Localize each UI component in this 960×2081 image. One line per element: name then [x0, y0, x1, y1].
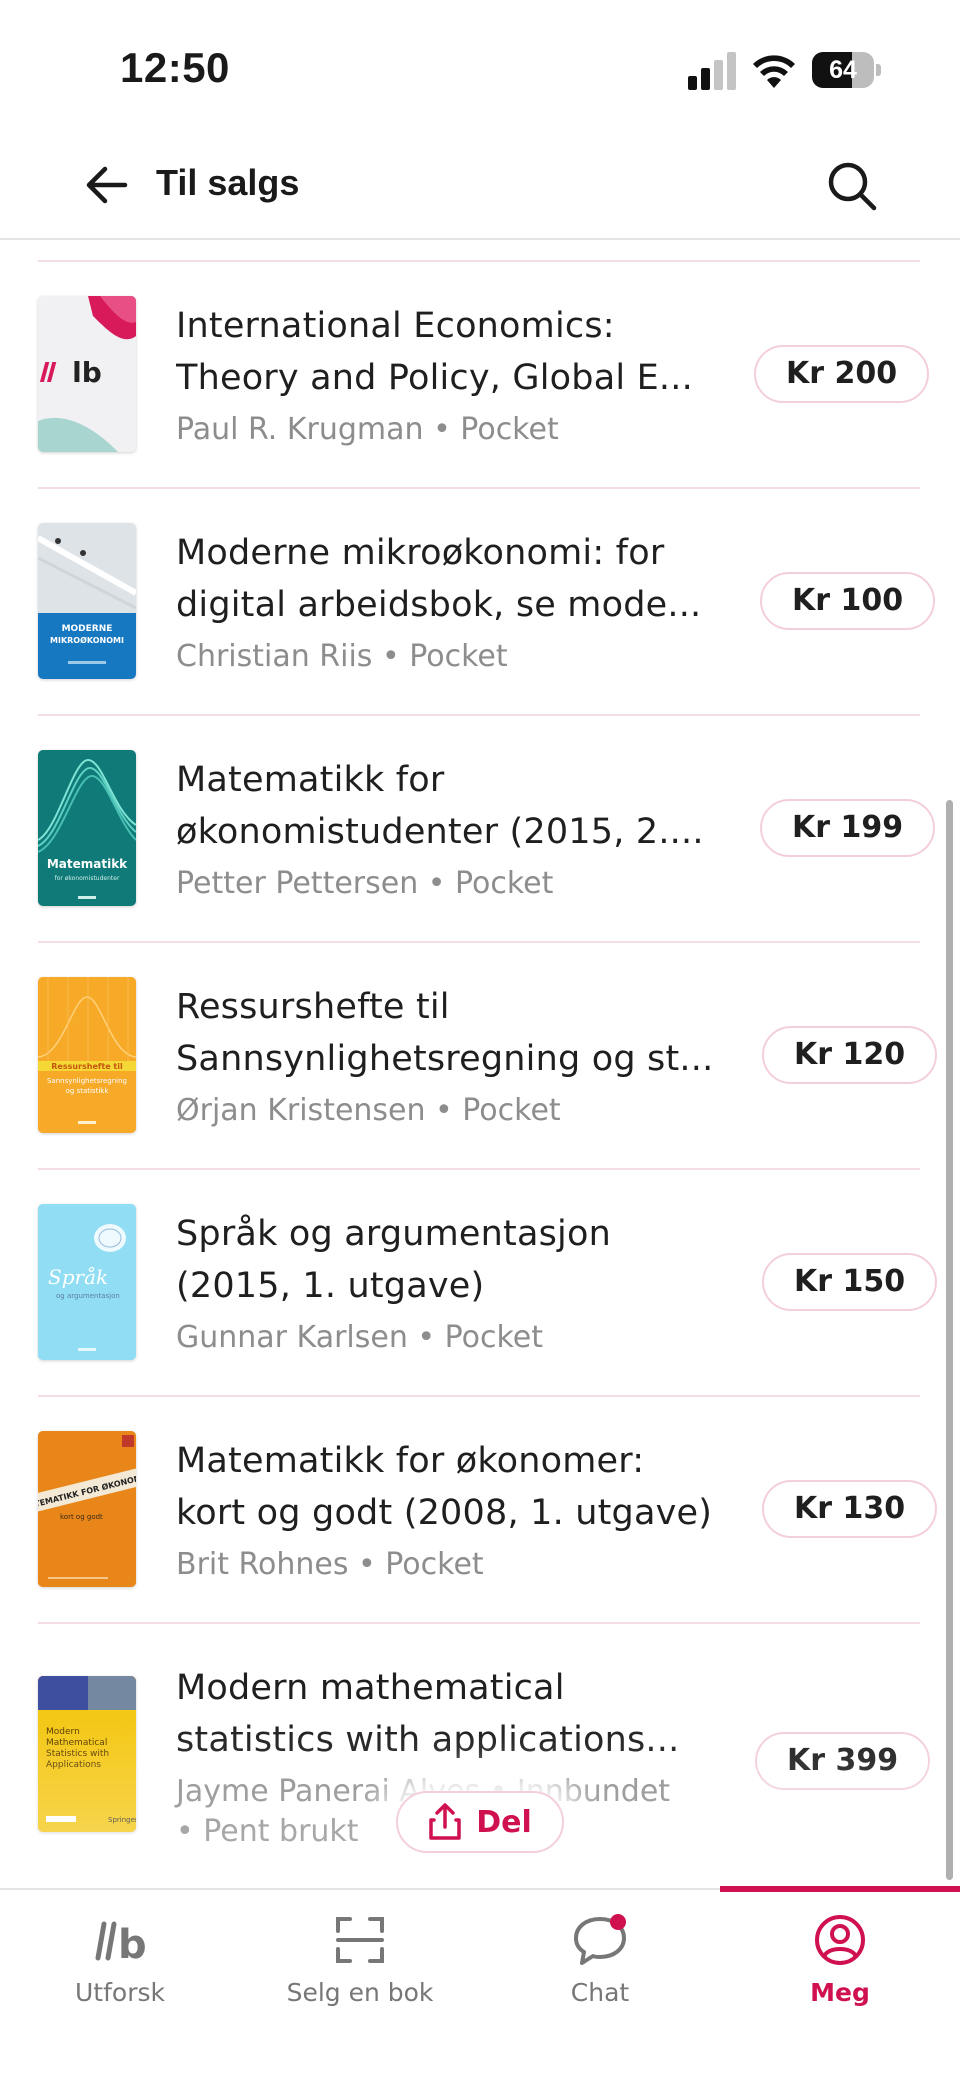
- list-item[interactable]: MATEMATIKK FOR ØKONOMER kort og godt Mat…: [0, 1397, 960, 1624]
- notification-badge: [610, 1914, 626, 1930]
- tab-label: Meg: [810, 1978, 870, 2007]
- scan-icon: [334, 1910, 386, 1970]
- price-badge: Kr 130: [762, 1480, 938, 1538]
- scrollbar[interactable]: [946, 800, 953, 1880]
- listing-title: Matematikk for økonomistudenter (2015, 2…: [176, 754, 716, 858]
- listing-title-line: Ressurshefte til: [176, 987, 450, 1027]
- list-item[interactable]: lb International Economics: Theory and P…: [0, 262, 960, 489]
- list-item[interactable]: Matematikk for økonomistudenter Matemati…: [0, 716, 960, 943]
- svg-text:og argumentasjon: og argumentasjon: [56, 1292, 120, 1300]
- listing-title-line: Theory and Policy, Global E...: [176, 358, 693, 398]
- page-title: Til salgs: [156, 162, 300, 203]
- tab-utforsk[interactable]: b Utforsk: [0, 1890, 240, 2020]
- listing-title: Modern mathematical statistics with appl…: [176, 1662, 716, 1766]
- app-header: Til salgs: [0, 130, 960, 240]
- listing-title-line: statistics with applications...: [176, 1720, 680, 1760]
- svg-text:og statistikk: og statistikk: [66, 1087, 110, 1095]
- tab-selg-en-bok[interactable]: Selg en bok: [240, 1890, 480, 2020]
- list-item[interactable]: MODERNE MIKROØKONOMI Moderne mikroøkonom…: [0, 489, 960, 716]
- status-time: 12:50: [120, 44, 230, 91]
- share-button[interactable]: Del: [396, 1791, 564, 1853]
- listing-title-line: kort og godt (2008, 1. utgave): [176, 1493, 713, 1533]
- listing-title: Ressurshefte til Sannsynlighetsregning o…: [176, 981, 716, 1085]
- search-icon: [828, 162, 877, 211]
- listing-title-line: Sannsynlighetsregning og st...: [176, 1039, 714, 1079]
- arrow-left-icon: [86, 166, 128, 204]
- svg-text:Matematikk: Matematikk: [47, 857, 128, 871]
- chat-bubble-icon: [571, 1910, 629, 1970]
- bottom-tab-bar: b Utforsk Selg en bok Chat Meg: [0, 1886, 960, 2081]
- listing-title-line: International Economics:: [176, 306, 615, 346]
- book-cover-image: MATEMATIKK FOR ØKONOMER kort og godt: [38, 1431, 136, 1587]
- listing-list[interactable]: lb International Economics: Theory and P…: [0, 240, 960, 1890]
- listing-title-line: Språk og argumentasjon: [176, 1214, 611, 1254]
- price-badge: Kr 120: [762, 1026, 938, 1084]
- share-label: Del: [476, 1804, 532, 1840]
- listing-title-line: Moderne mikroøkonomi: for: [176, 533, 665, 573]
- listing-meta: Petter Pettersen • Pocket: [176, 866, 554, 901]
- home-indicator-area: [0, 2021, 960, 2081]
- listing-meta: Gunnar Karlsen • Pocket: [176, 1320, 544, 1355]
- price-badge: Kr 399: [755, 1732, 931, 1790]
- book-cover-image: Modern Mathematical Statistics with Appl…: [38, 1676, 136, 1832]
- svg-text:lb: lb: [72, 356, 102, 389]
- tab-label: Selg en bok: [286, 1978, 434, 2007]
- listing-title-line: Matematikk for: [176, 760, 445, 800]
- status-bar: 12:50 64: [0, 0, 960, 130]
- battery-icon: 64: [812, 52, 881, 88]
- battery-level: 64: [829, 56, 857, 84]
- book-cover-image: lb: [38, 296, 136, 452]
- svg-text:Statistics with: Statistics with: [46, 1749, 109, 1759]
- listing-title-line: digital arbeidsbok, se mode...: [176, 585, 702, 625]
- svg-text:b: b: [118, 1922, 147, 1964]
- svg-text:MODERNE: MODERNE: [62, 624, 113, 634]
- price-badge: Kr 200: [754, 345, 930, 403]
- listing-title: Språk og argumentasjon (2015, 1. utgave): [176, 1208, 716, 1312]
- svg-text:Sannsynlighetsregning: Sannsynlighetsregning: [47, 1077, 127, 1085]
- listing-meta: Christian Riis • Pocket: [176, 639, 508, 674]
- listing-title-line: (2015, 1. utgave): [176, 1266, 485, 1306]
- svg-text:Språk: Språk: [48, 1265, 108, 1289]
- search-button[interactable]: [822, 156, 882, 216]
- tab-label: Chat: [570, 1978, 630, 2007]
- cellular-signal-icon: [688, 52, 736, 90]
- svg-text:Springer: Springer: [108, 1816, 136, 1824]
- book-cover-image: Språk og argumentasjon: [38, 1204, 136, 1360]
- tab-meg[interactable]: Meg: [720, 1890, 960, 2020]
- listing-title: International Economics: Theory and Poli…: [176, 300, 716, 404]
- profile-icon: [813, 1910, 867, 1970]
- listing-title-line: Modern mathematical: [176, 1668, 565, 1708]
- price-badge: Kr 199: [760, 799, 936, 857]
- listing-meta-condition: • Pent brukt: [176, 1814, 359, 1849]
- tab-label: Utforsk: [75, 1978, 165, 2007]
- book-cover-image: MODERNE MIKROØKONOMI: [38, 523, 136, 679]
- back-button[interactable]: [78, 160, 134, 210]
- book-cover-image: Matematikk for økonomistudenter: [38, 750, 136, 906]
- list-item[interactable]: Språk og argumentasjon Språk og argument…: [0, 1170, 960, 1397]
- price-badge: Kr 100: [760, 572, 936, 630]
- svg-text:Mathematical: Mathematical: [46, 1738, 107, 1748]
- svg-text:MIKROØKONOMI: MIKROØKONOMI: [50, 635, 124, 645]
- price-badge: Kr 150: [762, 1253, 938, 1311]
- tab-chat[interactable]: Chat: [480, 1890, 720, 2020]
- listing-title: Moderne mikroøkonomi: for digital arbeid…: [176, 527, 716, 631]
- listing-meta: Ørjan Kristensen • Pocket: [176, 1093, 561, 1128]
- share-icon: [429, 1803, 461, 1840]
- svg-text:for økonomistudenter: for økonomistudenter: [55, 875, 120, 882]
- svg-text:Modern: Modern: [46, 1727, 80, 1737]
- list-item[interactable]: Ressurshefte til Sannsynlighetsregning o…: [0, 943, 960, 1170]
- wifi-icon: [753, 55, 795, 88]
- listing-title-line: Matematikk for økonomer:: [176, 1441, 645, 1481]
- lb-logo-icon: b: [88, 1910, 152, 1970]
- svg-text:Ressurshefte til: Ressurshefte til: [51, 1062, 123, 1071]
- listing-meta: Brit Rohnes • Pocket: [176, 1547, 484, 1582]
- svg-text:Applications: Applications: [46, 1760, 101, 1770]
- book-cover-image: Ressurshefte til Sannsynlighetsregning o…: [38, 977, 136, 1133]
- svg-text:kort og godt: kort og godt: [60, 1513, 103, 1521]
- listing-title-line: økonomistudenter (2015, 2....: [176, 812, 704, 852]
- listing-title: Matematikk for økonomer: kort og godt (2…: [176, 1435, 716, 1539]
- listing-meta: Paul R. Krugman • Pocket: [176, 412, 559, 447]
